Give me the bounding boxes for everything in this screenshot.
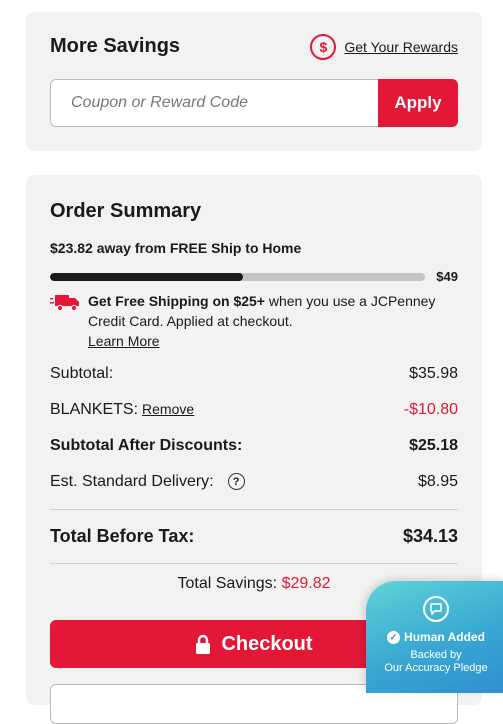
discount-value: -$10.80	[403, 401, 458, 418]
checkout-label: Checkout	[221, 632, 313, 655]
badge-line-1: Backed by	[410, 649, 462, 661]
delivery-value: $8.95	[417, 473, 458, 490]
promo-bold-text: Get Free Shipping on $25+	[88, 293, 265, 309]
coupon-form: Apply	[50, 79, 458, 127]
divider	[50, 563, 458, 564]
accuracy-pledge-badge[interactable]: ✓ Human Added Backed by Our Accuracy Ple…	[366, 581, 503, 693]
order-summary-title: Order Summary	[50, 200, 202, 222]
discount-label: BLANKETS:	[50, 401, 139, 418]
credit-card-promo: Get Free Shipping on $25+ when you use a…	[50, 291, 450, 351]
subtotal-after-discounts-label: Subtotal After Discounts:	[50, 437, 243, 454]
more-savings-card: More Savings $ Get Your Rewards Apply	[26, 12, 482, 151]
get-rewards-label: Get Your Rewards	[344, 39, 458, 55]
subtotal-label: Subtotal:	[50, 365, 114, 382]
total-savings-label: Total Savings:	[177, 575, 278, 592]
discount-label-group: BLANKETS: Remove	[50, 401, 194, 419]
chat-shield-icon	[423, 596, 449, 622]
badge-title-row: ✓ Human Added	[366, 630, 503, 644]
free-ship-progress-bar	[50, 273, 425, 281]
total-savings-value: $29.82	[281, 575, 331, 592]
delivery-label-group: Est. Standard Delivery:?	[50, 473, 245, 491]
subtotal-after-discounts-row: Subtotal After Discounts: $25.18	[50, 437, 458, 455]
total-before-tax-row: Total Before Tax: $34.13	[50, 526, 458, 547]
divider	[50, 509, 458, 510]
dollar-circle-icon: $	[310, 34, 337, 60]
check-icon: ✓	[387, 630, 401, 644]
chat-bubble-icon	[430, 603, 442, 615]
subtotal-value: $35.98	[409, 365, 458, 382]
remove-discount-link[interactable]: Remove	[142, 401, 194, 417]
learn-more-link[interactable]: Learn More	[88, 331, 160, 351]
apply-button[interactable]: Apply	[378, 79, 458, 127]
delivery-label: Est. Standard Delivery:	[50, 473, 214, 490]
coupon-input[interactable]	[50, 79, 378, 127]
free-ship-progress-fill	[50, 273, 243, 281]
badge-line-2: Our Accuracy Pledge	[384, 662, 488, 674]
help-icon[interactable]: ?	[227, 473, 245, 491]
free-ship-message: $23.82 away from FREE Ship to Home	[50, 240, 302, 256]
free-ship-goal: $49	[436, 269, 458, 284]
subtotal-row: Subtotal: $35.98	[50, 365, 458, 383]
total-before-tax-label: Total Before Tax:	[50, 526, 195, 546]
get-rewards-link[interactable]: $ Get Your Rewards	[310, 34, 458, 60]
delivery-row: Est. Standard Delivery:? $8.95	[50, 473, 458, 491]
more-savings-title: More Savings	[50, 35, 181, 57]
badge-subtitle: Backed by Our Accuracy Pledge	[366, 649, 503, 675]
total-before-tax-value: $34.13	[402, 526, 458, 546]
badge-title: Human Added	[404, 630, 485, 644]
promo-text: Get Free Shipping on $25+ when you use a…	[88, 291, 450, 351]
lock-icon	[196, 634, 211, 654]
truck-icon	[50, 295, 79, 312]
subtotal-after-discounts-value: $25.18	[409, 437, 458, 454]
discount-row: BLANKETS: Remove -$10.80	[50, 401, 458, 419]
